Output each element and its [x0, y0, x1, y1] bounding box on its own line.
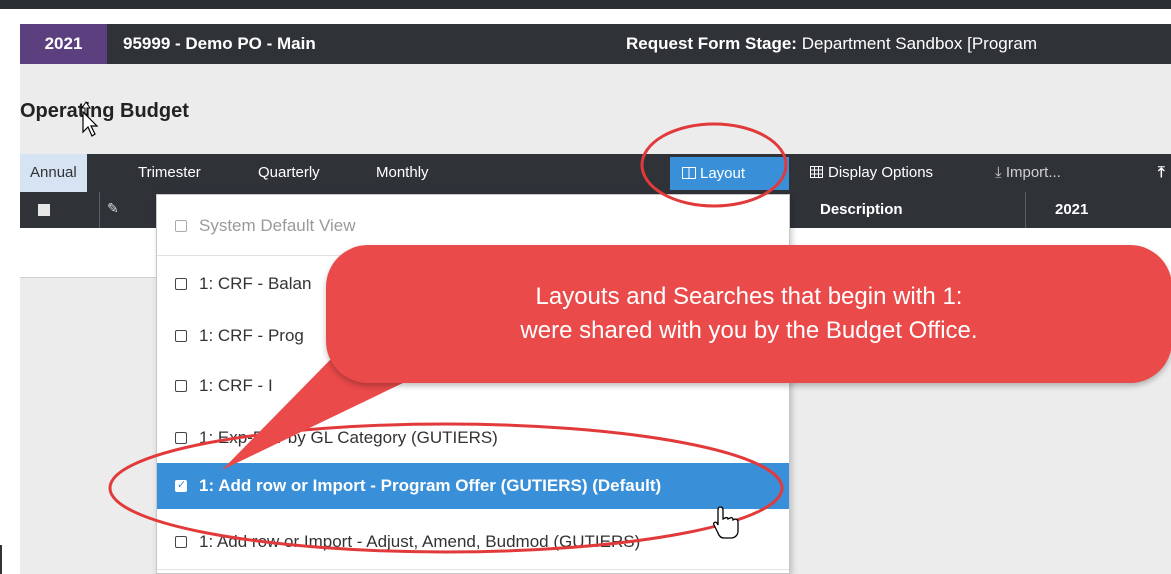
callout-line-2: were shared with you by the Budget Offic… — [520, 317, 978, 344]
callout-line-1: Layouts and Searches that begin with 1: — [535, 283, 963, 310]
callout-bubble: Layouts and Searches that begin with 1: … — [326, 245, 1171, 383]
edge-marker — [0, 545, 2, 574]
default-layout-highlight — [108, 422, 784, 554]
hand-cursor-icon — [713, 506, 739, 539]
layout-button-highlight — [640, 122, 788, 208]
